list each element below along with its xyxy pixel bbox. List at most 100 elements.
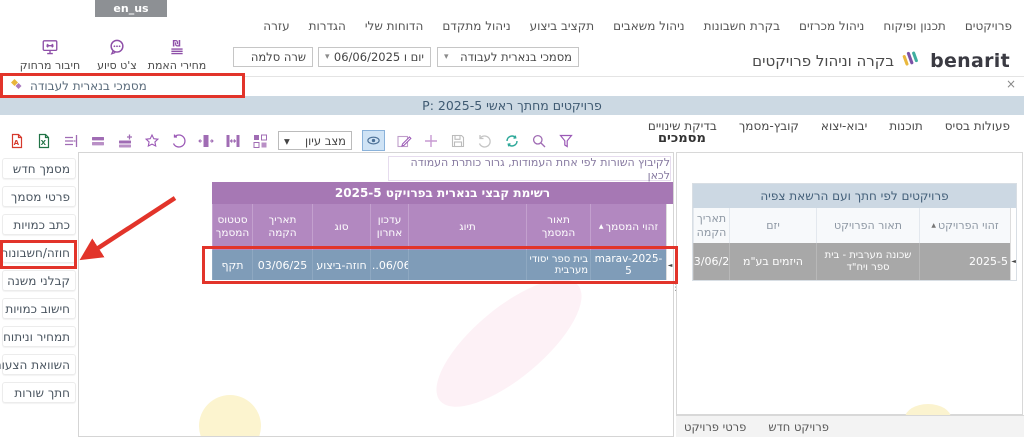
sidebar-item-subcontractors[interactable]: קבלני משנה — [2, 270, 76, 291]
sidebar-item-contract-accounts[interactable]: חוזה/חשבונות — [2, 242, 76, 263]
documents-table-header: זהוי המסמך ▲ תאור המסמך תיוג עדכון אחרון… — [212, 204, 673, 250]
sidebar-item-document-details[interactable]: פרטי מסמך — [2, 186, 76, 207]
column-header-type[interactable]: סוג — [312, 204, 370, 250]
doc-scope-combobox[interactable]: מסמכי בנארית לעבודה ▾ — [437, 47, 579, 67]
column-header-last-update[interactable]: עדכון אחרון — [370, 204, 408, 250]
menu-item-settings[interactable]: הגדרות — [309, 19, 346, 33]
window-title: פרויקטים מחתך ראשי P: 2025-5 — [422, 98, 602, 113]
save-disk-icon[interactable] — [449, 132, 466, 149]
expand-column-icon[interactable] — [224, 132, 241, 149]
true-prices-label: מחירי האמת — [140, 59, 214, 72]
project-desc-cell[interactable]: שכונה מערבית - בית ספר ויח"ד — [816, 243, 919, 280]
menu-item-help[interactable]: עזרה — [263, 19, 289, 33]
pdf-export-icon[interactable]: A — [8, 132, 25, 149]
document-row[interactable]: ◄ marav-2025-5 בית ספר יסודי מערבית 06/0… — [212, 250, 673, 280]
tab-file-document[interactable]: קובץ-מסמך — [739, 119, 799, 133]
documents-table-title: רשימת קבצי בנארית בפרויקט 2025-5 — [212, 182, 673, 204]
tab-new-project[interactable]: פרויקט חדש — [768, 420, 829, 434]
add-row-icon[interactable] — [116, 132, 133, 149]
undo-arrow-icon[interactable] — [476, 132, 493, 149]
excel-export-icon[interactable]: X — [35, 132, 52, 149]
doc-status-cell[interactable]: תקף — [212, 250, 252, 280]
edit-pencil-icon[interactable] — [395, 132, 412, 149]
undo-history-icon[interactable] — [170, 132, 187, 149]
column-header-developer[interactable]: יזם — [729, 208, 816, 243]
sort-asc-icon: ▲ — [931, 222, 936, 229]
tab-project-details[interactable]: פרטי פרויקט — [684, 420, 746, 434]
menu-item-accounts[interactable]: בקרת חשבונות — [704, 19, 780, 33]
chevron-down-icon[interactable]: ▾ — [284, 134, 290, 148]
fit-rows-icon[interactable] — [62, 132, 79, 149]
menu-item-projects[interactable]: פרויקטים — [965, 19, 1012, 33]
project-id-cell[interactable]: 2025-5 — [919, 243, 1010, 280]
projects-table-title: פרויקטים לפי חתך ועם הרשאת צפיה — [693, 184, 1016, 208]
column-header-project-desc[interactable]: תאור הפרויקט — [816, 208, 919, 243]
close-icon[interactable]: × — [1006, 78, 1016, 90]
main-menu: פרויקטים תכנון ופיקוח ניהול מכרזים בקרת … — [263, 19, 1012, 33]
column-header-created[interactable]: תאריך הקמה — [693, 208, 729, 243]
menu-item-budget[interactable]: תקציב ביצוע — [530, 19, 594, 33]
breadcrumb[interactable]: מסמכי בנארית לעבודה — [0, 73, 245, 98]
column-header-status[interactable]: סטטוס המסמך — [212, 204, 252, 250]
sidebar-item-bill-of-quantities[interactable]: כתב כמויות — [2, 214, 76, 235]
documents-table: רשימת קבצי בנארית בפרויקט 2025-5 זהוי המ… — [212, 182, 673, 280]
menu-item-advanced[interactable]: ניהול מתקדם — [442, 19, 510, 33]
column-header-doc-desc[interactable]: תאור המסמך — [526, 204, 590, 250]
tab-software[interactable]: תוכנות — [889, 119, 922, 133]
doc-id-cell[interactable]: marav-2025-5 — [590, 250, 666, 280]
menu-item-planning[interactable]: תכנון ופיקוח — [883, 19, 945, 33]
doc-last-update-cell[interactable]: 06/06... — [370, 250, 408, 280]
tab-basic-actions[interactable]: פעולות בסיס — [945, 119, 1010, 133]
app-title: בקרה וניהול פרויקטים — [752, 52, 894, 70]
column-header-project-id[interactable]: זהוי הפרויקט ▲ — [919, 208, 1010, 243]
column-header-created[interactable]: תאריך הקמה — [252, 204, 312, 250]
layout-grid-icon[interactable] — [251, 132, 268, 149]
chevron-down-icon[interactable]: ▾ — [325, 52, 330, 62]
column-header-doc-id[interactable]: זהוי המסמך ▲ — [590, 204, 666, 250]
project-created-cell[interactable]: 03/06/25 — [693, 243, 729, 280]
view-mode-combobox[interactable]: מצב עיון ▾ — [278, 131, 352, 150]
shekel-prices-icon: ₪ — [140, 36, 214, 58]
date-value: יום ו 06/06/2025 — [334, 50, 424, 64]
fit-column-icon[interactable] — [197, 132, 214, 149]
date-combobox[interactable]: יום ו 06/06/2025 ▾ — [318, 47, 431, 67]
project-row-selected[interactable]: ◄ 2025-5 שכונה מערבית - בית ספר ויח"ד הי… — [693, 243, 1016, 280]
support-chat-button[interactable]: צ'ט סיוע — [86, 36, 148, 72]
doc-desc-cell[interactable]: בית ספר יסודי מערבית — [526, 250, 590, 280]
true-prices-button[interactable]: ₪ מחירי האמת — [140, 36, 214, 72]
preview-eye-button[interactable] — [362, 130, 385, 151]
sidebar-item-quantity-calc[interactable]: חישוב כמויות — [2, 298, 76, 319]
projects-table: פרויקטים לפי חתך ועם הרשאת צפיה זהוי הפר… — [692, 183, 1017, 281]
doc-tag-cell[interactable] — [408, 250, 526, 280]
favorites-star-icon[interactable] — [143, 132, 160, 149]
sidebar-item-pricing-analysis[interactable]: תמחיר וניתוח — [2, 326, 76, 347]
sidebar-item-new-document[interactable]: מסמך חדש — [2, 158, 76, 179]
tab-import-export[interactable]: יבוא-יצוא — [821, 119, 867, 133]
projects-panel: פרויקטים לפי חתך ועם הרשאת צפיה זהוי הפר… — [676, 152, 1023, 415]
group-by-drop-zone[interactable]: לקיבוץ השורות לפי אחת העמודות, גרור כותר… — [388, 156, 671, 181]
environment-tab[interactable]: en_us — [95, 0, 167, 17]
doc-type-cell[interactable]: חוזה-ביצוע — [312, 250, 370, 280]
benarit-logo-icon — [901, 49, 923, 73]
rows-icon[interactable] — [89, 132, 106, 149]
filter-icon[interactable] — [557, 132, 574, 149]
project-developer-cell[interactable]: היזמים בע"מ — [729, 243, 816, 280]
sidebar-item-row-section[interactable]: חתך שורות — [2, 382, 76, 403]
splitter-handle[interactable]: ⋮ — [671, 283, 680, 293]
refresh-icon[interactable] — [503, 132, 520, 149]
column-header-tag[interactable]: תיוג — [408, 204, 526, 250]
sort-asc-icon: ▲ — [599, 223, 604, 230]
add-plus-icon[interactable] — [422, 132, 439, 149]
doc-created-cell[interactable]: 03/06/25 — [252, 250, 312, 280]
indicator-column — [1010, 208, 1016, 243]
documents-section-label: מסמכים — [658, 131, 706, 146]
user-name-field[interactable]: שרה סלמה — [233, 47, 313, 67]
search-icon[interactable] — [530, 132, 547, 149]
menu-item-my-reports[interactable]: הדוחות שלי — [365, 19, 423, 33]
chevron-down-icon[interactable]: ▾ — [444, 52, 449, 62]
menu-item-resources[interactable]: ניהול משאבים — [613, 19, 685, 33]
documents-grid-area: לקיבוץ השורות לפי אחת העמודות, גרור כותר… — [78, 152, 674, 437]
remote-connection-button[interactable]: חיבור מרחוק — [12, 36, 88, 72]
menu-item-tenders[interactable]: ניהול מכרזים — [799, 19, 864, 33]
sidebar-item-bid-comparison[interactable]: השוואת הצעות — [2, 354, 76, 375]
